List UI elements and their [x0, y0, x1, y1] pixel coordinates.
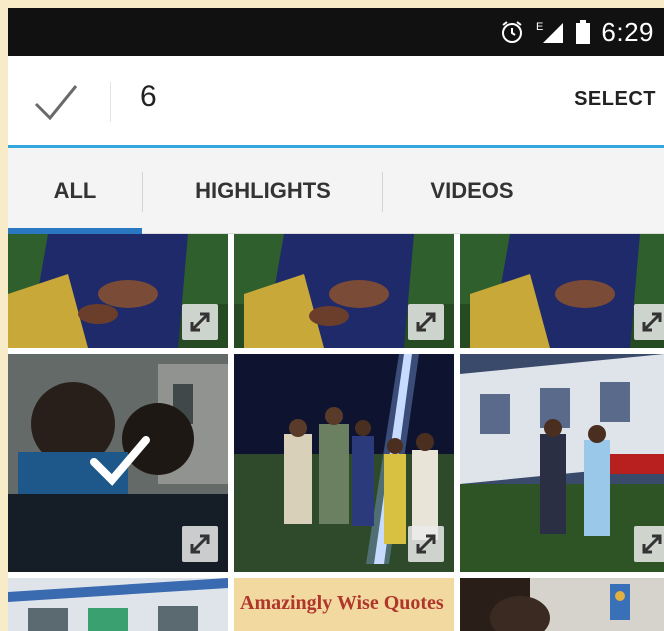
photo-campus[interactable] [460, 354, 664, 572]
selected-check-icon [90, 436, 150, 486]
photo-portrait[interactable] [460, 578, 664, 631]
expand-button[interactable] [408, 526, 444, 562]
expand-button[interactable] [182, 304, 218, 340]
check-icon [34, 85, 78, 121]
photo-selfie[interactable] [8, 354, 228, 572]
status-bar: E 6:29 [8, 8, 664, 56]
expand-icon [190, 312, 210, 332]
expand-icon [642, 534, 662, 554]
expand-button[interactable] [182, 526, 218, 562]
tab-bar: ALL HIGHLIGHTS VIDEOS [8, 148, 664, 234]
tab-highlights[interactable]: HIGHLIGHTS [144, 148, 382, 234]
expand-button[interactable] [634, 526, 664, 562]
photo-quote[interactable]: Amazingly Wise Quotes [234, 578, 454, 631]
battery-icon [575, 19, 591, 45]
photo-couple-3[interactable] [460, 234, 664, 348]
expand-button[interactable] [634, 304, 664, 340]
photo-caption: Amazingly Wise Quotes [240, 592, 444, 614]
select-button[interactable]: SELECT [574, 88, 656, 111]
expand-icon [416, 534, 436, 554]
photo-couple-1[interactable] [8, 234, 228, 348]
tab-videos[interactable]: VIDEOS [384, 148, 560, 234]
expand-icon [190, 534, 210, 554]
network-type-label: E [536, 21, 543, 33]
signal-icon: E [535, 19, 565, 45]
action-bar-divider [110, 82, 111, 122]
photo-couple-2[interactable] [234, 234, 454, 348]
tab-all[interactable]: ALL [8, 148, 142, 234]
phone-screen: E 6:29 6 SELECT ALL HIGHLIGHTS VIDEOS Am… [8, 8, 664, 631]
tab-divider [382, 172, 383, 212]
photo-building[interactable] [8, 578, 228, 631]
expand-button[interactable] [408, 304, 444, 340]
expand-icon [642, 312, 662, 332]
tab-divider [142, 172, 143, 212]
confirm-selection-button[interactable] [32, 80, 80, 124]
photo-image [460, 578, 664, 631]
photo-group-night[interactable] [234, 354, 454, 572]
expand-icon [416, 312, 436, 332]
alarm-icon [499, 19, 525, 45]
photo-image [8, 578, 228, 631]
action-bar: 6 SELECT [8, 56, 664, 148]
clock-time: 6:29 [601, 16, 654, 47]
photo-grid: Amazingly Wise Quotes [8, 234, 664, 631]
selected-count: 6 [140, 80, 157, 113]
